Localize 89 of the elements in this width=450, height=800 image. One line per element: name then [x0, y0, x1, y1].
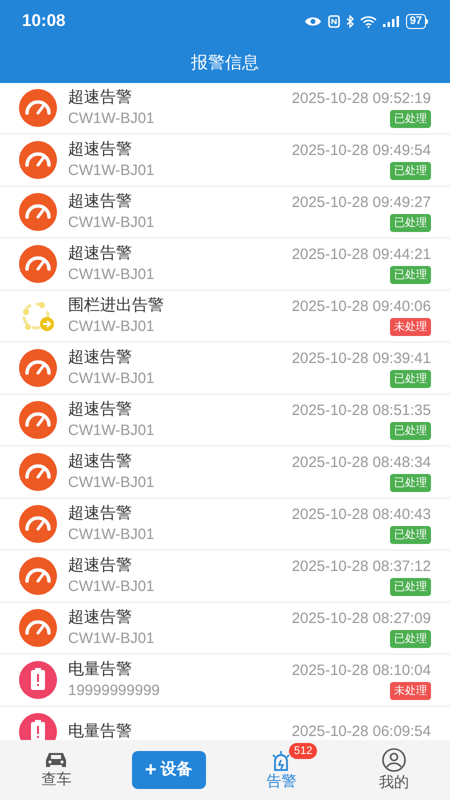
alert-time: 2025-10-28 09:52:19 — [292, 89, 431, 109]
alert-row[interactable]: 超速告警 CW1W-BJ01 2025-10-28 09:49:54 已处理 — [0, 135, 450, 185]
speedometer-icon — [18, 504, 58, 544]
device-name: CW1W-BJ01 — [68, 473, 156, 493]
alert-row[interactable]: 超速告警 CW1W-BJ01 2025-10-28 09:44:21 已处理 — [0, 239, 450, 289]
alert-time: 2025-10-28 08:48:34 — [292, 453, 431, 473]
alert-row[interactable]: 超速告警 CW1W-BJ01 2025-10-28 09:39:41 已处理 — [0, 343, 450, 393]
status-badge: 已处理 — [390, 578, 431, 596]
alert-row[interactable]: 电量告警 2025-10-28 06:09:54 — [0, 707, 450, 740]
status-badge: 已处理 — [390, 162, 431, 180]
device-name: CW1W-BJ01 — [68, 109, 156, 129]
alert-time: 2025-10-28 09:49:54 — [292, 141, 431, 161]
alert-time: 2025-10-28 08:27:09 — [292, 609, 431, 629]
speedometer-icon — [18, 400, 58, 440]
device-name: CW1W-BJ01 — [68, 421, 156, 441]
alert-time: 2025-10-28 08:40:43 — [292, 505, 431, 525]
status-badge: 已处理 — [390, 630, 431, 648]
alert-row[interactable]: 超速告警 CW1W-BJ01 2025-10-28 09:52:19 已处理 — [0, 83, 450, 133]
speedometer-icon — [18, 88, 58, 128]
status-badge: 已处理 — [390, 422, 431, 440]
alert-row[interactable]: 超速告警 CW1W-BJ01 2025-10-28 08:27:09 已处理 — [0, 603, 450, 653]
device-name: CW1W-BJ01 — [68, 369, 156, 389]
status-badge: 未处理 — [390, 318, 431, 336]
alert-time: 2025-10-28 09:40:06 — [292, 297, 431, 317]
speedometer-icon — [18, 556, 58, 596]
nav-tab[interactable]: 查车 — [41, 751, 72, 789]
alert-title: 电量告警 — [68, 722, 133, 740]
alert-title: 围栏进出告警 — [68, 296, 165, 316]
nav-tab[interactable]: 我的 — [378, 748, 409, 792]
status-badge: 已处理 — [390, 526, 431, 544]
alert-title: 超速告警 — [68, 608, 133, 628]
eye-icon — [304, 16, 322, 26]
alert-title: 超速告警 — [68, 88, 133, 108]
user-icon — [382, 748, 406, 772]
alert-title: 超速告警 — [68, 192, 133, 212]
status-badge: 已处理 — [390, 110, 431, 128]
alert-time: 2025-10-28 08:37:12 — [292, 557, 431, 577]
signal-icon — [382, 16, 400, 26]
alert-time: 2025-10-28 08:51:35 — [292, 401, 431, 421]
device-name: CW1W-BJ01 — [68, 525, 156, 545]
page-title: 报警信息 — [191, 52, 259, 74]
alert-row[interactable]: 电量告警 19999999999 2025-10-28 08:10:04 未处理 — [0, 655, 450, 705]
alert-title: 超速告警 — [68, 400, 133, 420]
battery-alert-icon — [18, 660, 58, 700]
status-badge: 未处理 — [390, 682, 431, 700]
alert-title: 超速告警 — [68, 504, 133, 524]
count-badge: 512 — [289, 743, 318, 759]
device-name: CW1W-BJ01 — [68, 213, 156, 233]
device-name: CW1W-BJ01 — [68, 629, 156, 649]
alert-time: 2025-10-28 09:39:41 — [292, 349, 431, 369]
device-name: CW1W-BJ01 — [68, 161, 156, 181]
alert-title: 超速告警 — [68, 556, 133, 576]
speedometer-icon — [18, 244, 58, 284]
alert-title: 超速告警 — [68, 452, 133, 472]
add-device-button[interactable]: + 设备 — [132, 751, 206, 789]
plus-icon: + — [144, 755, 157, 785]
wifi-icon — [360, 14, 377, 28]
alert-time: 2025-10-28 06:09:54 — [292, 722, 431, 740]
alert-title: 超速告警 — [68, 348, 133, 368]
nfc-icon — [328, 14, 340, 28]
alert-row[interactable]: 围栏进出告警 CW1W-BJ01 2025-10-28 09:40:06 未处理 — [0, 291, 450, 341]
speedometer-icon — [18, 348, 58, 388]
alert-row[interactable]: 超速告警 CW1W-BJ01 2025-10-28 08:51:35 已处理 — [0, 395, 450, 445]
alert-row[interactable]: 超速告警 CW1W-BJ01 2025-10-28 09:49:27 已处理 — [0, 187, 450, 237]
speedometer-icon — [18, 608, 58, 648]
status-badge: 已处理 — [390, 214, 431, 232]
alert-time: 2025-10-28 09:49:27 — [292, 193, 431, 213]
battery-level: 97 — [406, 14, 426, 28]
bluetooth-icon — [346, 14, 354, 28]
speedometer-icon — [18, 452, 58, 492]
alert-title: 超速告警 — [68, 244, 133, 264]
alert-time: 2025-10-28 08:10:04 — [292, 661, 431, 681]
status-time: 10:08 — [22, 10, 66, 32]
device-name: CW1W-BJ01 — [68, 577, 156, 597]
device-name: CW1W-BJ01 — [68, 265, 156, 285]
alert-time: 2025-10-28 09:44:21 — [292, 245, 431, 265]
alert-row[interactable]: 超速告警 CW1W-BJ01 2025-10-28 08:40:43 已处理 — [0, 499, 450, 549]
device-name: CW1W-BJ01 — [68, 317, 156, 337]
alert-title: 超速告警 — [68, 140, 133, 160]
alert-row[interactable]: 超速告警 CW1W-BJ01 2025-10-28 08:48:34 已处理 — [0, 447, 450, 497]
status-badge: 已处理 — [390, 266, 431, 284]
alert-row[interactable]: 超速告警 CW1W-BJ01 2025-10-28 08:37:12 已处理 — [0, 551, 450, 601]
car-icon — [44, 751, 68, 769]
status-badge: 已处理 — [390, 474, 431, 492]
device-name: 19999999999 — [68, 681, 161, 701]
speedometer-icon — [18, 140, 58, 180]
alert-title: 电量告警 — [68, 660, 133, 680]
speedometer-icon — [18, 192, 58, 232]
status-badge: 已处理 — [390, 370, 431, 388]
